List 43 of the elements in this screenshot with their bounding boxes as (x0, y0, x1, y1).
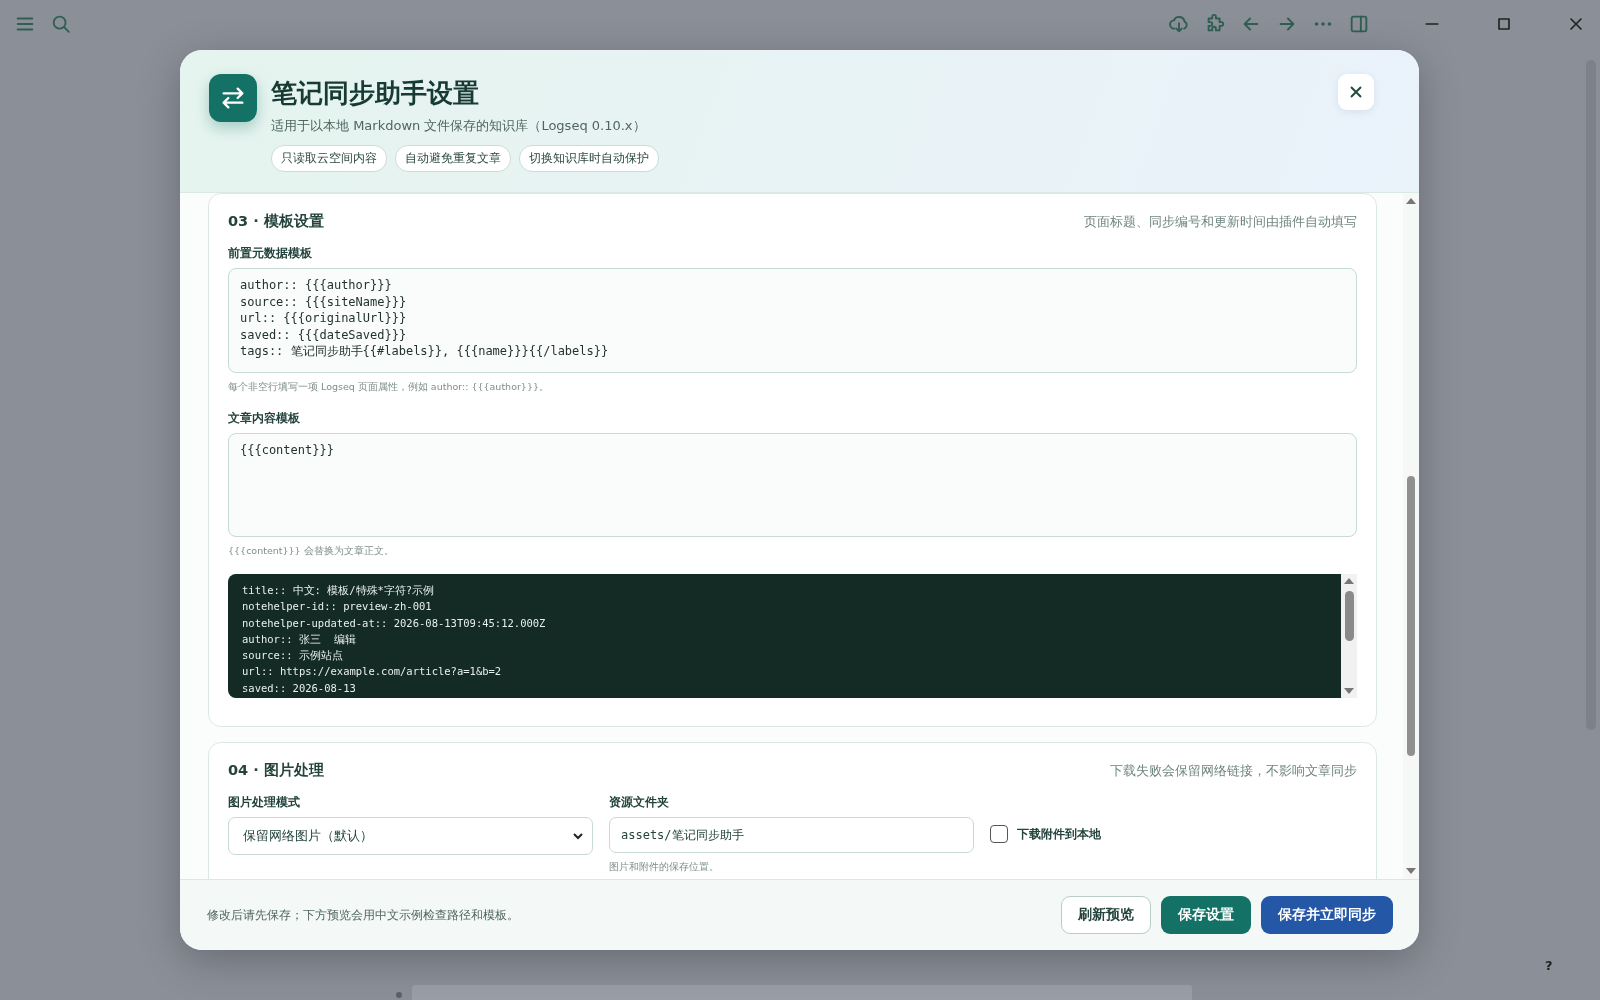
field-label: 文章内容模板 (228, 410, 301, 427)
feature-chip: 只读取云空间内容 (271, 145, 387, 172)
field-label: 资源文件夹 (609, 794, 670, 811)
scrollbar[interactable] (1403, 193, 1419, 879)
section-heading: 04 · 图片处理 (228, 761, 324, 780)
mode-select[interactable]: 保留网络图片（默认） (228, 817, 593, 855)
template-field[interactable]: {{{content}}} (228, 433, 1357, 537)
section-heading: 03 · 模板设置 (228, 212, 324, 231)
preview-line: url:: https://example.com/article?a=1&b=2 (242, 664, 503, 680)
preview-line: saved:: 2026-08-13 (242, 680, 357, 696)
footer-button[interactable]: 刷新预览 (1061, 896, 1151, 934)
dialog-title: 笔记同步助手设置 (271, 77, 480, 110)
footer-button[interactable]: 保存并立即同步 (1261, 896, 1393, 934)
close-button[interactable] (1338, 74, 1374, 110)
preview-line: notehelper-id:: preview-zh-001 (242, 599, 433, 615)
preview-line: author:: 张三 编辑 (242, 631, 357, 647)
section-note: 下载失败会保留网络链接，不影响文章同步 (1110, 762, 1357, 780)
footer-button[interactable]: 保存设置 (1161, 896, 1251, 934)
section-note: 页面标题、同步编号和更新时间由插件自动填写 (1084, 213, 1357, 231)
feature-chip: 切换知识库时自动保护 (519, 145, 659, 172)
preview-line: source:: 示例站点 (242, 648, 344, 664)
footer-note: 修改后请先保存；下方预览会用中文示例检查路径和模板。 (207, 906, 520, 924)
checkbox[interactable] (990, 825, 1008, 843)
chevron-down-icon (572, 830, 584, 842)
sidebar-icon[interactable] (1348, 13, 1370, 35)
folder-input[interactable]: assets/笔记同步助手 (609, 817, 974, 853)
feature-chip: 自动避免重复文章 (395, 145, 511, 172)
preview-line: notehelper-updated-at:: 2026-08-13T09:45:12.000Z (242, 615, 547, 631)
field-label: 前置元数据模板 (228, 245, 313, 262)
sync-arrows-icon (209, 74, 257, 122)
dialog-subtitle: 适用于以本地 Markdown 文件保存的知识库（Logseq 0.10.x） (271, 117, 647, 135)
field-label: 图片处理模式 (228, 794, 301, 811)
field-hint: 每个非空行填写一项 Logseq 页面属性，例如 author:: {{{author}}}。 (228, 381, 550, 394)
cloud-download-icon[interactable] (1168, 13, 1190, 35)
checkbox-label: 下载附件到本地 (1017, 825, 1101, 843)
field-hint: {{{content}}} 会替换为文章正文。 (228, 545, 395, 558)
search-icon[interactable] (50, 13, 72, 35)
help-button[interactable]: ? (1545, 958, 1553, 973)
preview-line: title:: 中文: 模板/特殊*字符?示例 (242, 583, 436, 598)
close-icon (1349, 85, 1363, 99)
scrollbar[interactable] (1341, 574, 1357, 698)
template-field[interactable]: author:: {{{author}}} source:: {{{siteName}}} url:: {{{originalUrl}}} saved:: {{{dateSaved}}} tags:: 笔记同步助手{{#labels}}, {{{name}}}{{/labels}} (228, 268, 1357, 373)
field-hint: 图片和附件的保存位置。 (609, 861, 720, 874)
